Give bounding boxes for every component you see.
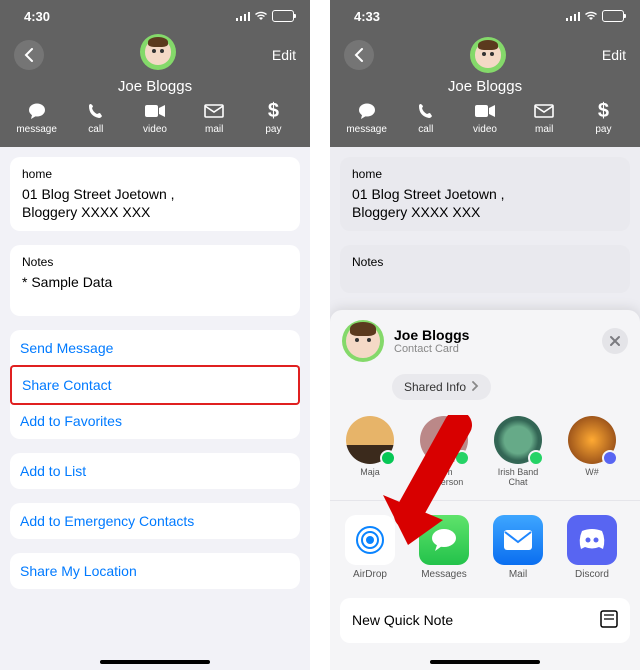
notes-label: Notes [22,255,288,269]
suggested-contacts-row: Maja Tom Anderson Irish Band Chat W# [330,400,640,501]
battery-icon: 87 [272,10,294,22]
address-line1: 01 Blog Street Joetown , [22,185,288,203]
notes-text: * Sample Data [22,273,288,291]
add-emergency-item[interactable]: Add to Emergency Contacts [10,503,300,539]
close-sheet-button[interactable] [602,328,628,354]
wifi-icon [584,9,598,24]
notes-card[interactable]: Notes * Sample Data [10,245,300,315]
actions-list-4: Share My Location [10,553,300,589]
wifi-icon [254,9,268,24]
suggested-contact[interactable]: Tom Anderson [416,416,472,488]
sheet-subtitle: Contact Card [394,343,602,355]
back-button[interactable] [344,40,374,70]
add-favorites-item[interactable]: Add to Favorites [10,403,300,439]
address-label: home [352,167,618,181]
actions-list-3: Add to Emergency Contacts [10,503,300,539]
sheet-avatar [342,320,384,362]
mail-app[interactable]: Mail [490,515,546,580]
quick-note-icon [600,610,618,631]
call-action[interactable]: call [399,101,452,135]
edit-button[interactable]: Edit [272,47,296,63]
video-action[interactable]: video [458,101,511,135]
add-to-list-item[interactable]: Add to List [10,453,300,489]
home-indicator[interactable] [430,660,540,664]
video-icon [474,101,496,121]
chevron-right-icon [472,380,479,394]
pay-action[interactable]: $pay [577,101,630,135]
share-contact-item[interactable]: Share Contact [10,365,300,405]
contact-name: Joe Bloggs [0,78,310,95]
sheet-title: Joe Bloggs [394,327,602,343]
pane-divider [310,0,330,670]
action-buttons-row: message call video mail $pay [330,95,640,147]
send-message-item[interactable]: Send Message [10,330,300,367]
contact-avatar[interactable] [140,34,176,70]
phone-icon [87,101,105,121]
suggested-contact[interactable]: Irish Band Chat [490,416,546,488]
message-icon [357,101,377,121]
battery-icon: 87 [602,10,624,22]
discord-icon [567,515,617,565]
message-action[interactable]: message [10,101,63,135]
notes-label: Notes [352,255,618,269]
contact-header-region: 4:33 87 Edit Joe Bloggs message call vid… [330,0,640,147]
suggested-contact[interactable]: W# [564,416,620,488]
signal-icon [566,9,580,24]
home-indicator[interactable] [100,660,210,664]
back-button[interactable] [14,40,44,70]
action-buttons-row: message call video mail $pay [0,95,310,147]
address-line2: Bloggery XXXX XXX [22,203,288,221]
discord-app[interactable]: Discord [564,515,620,580]
phone-icon [417,101,435,121]
contact-name: Joe Bloggs [330,78,640,95]
home-address-card[interactable]: home 01 Blog Street Joetown , Bloggery X… [340,157,630,231]
contact-avatar[interactable] [470,37,506,73]
right-screenshot: 4:33 87 Edit Joe Bloggs message call vid… [330,0,640,670]
suggested-contact[interactable]: Maja [342,416,398,488]
signal-icon [236,9,250,24]
mail-icon [204,101,224,121]
shared-info-button[interactable]: Shared Info [392,374,491,400]
status-bar: 4:30 87 [0,0,310,32]
messages-icon [419,515,469,565]
messages-app[interactable]: Messages [416,515,472,580]
dollar-icon: $ [268,101,279,121]
notes-card[interactable]: Notes [340,245,630,293]
status-bar: 4:33 87 [330,0,640,32]
share-location-item[interactable]: Share My Location [10,553,300,589]
video-action[interactable]: video [128,101,181,135]
mail-action[interactable]: mail [518,101,571,135]
share-apps-row: AirDrop Messages Mail Discord [330,501,640,592]
address-line2: Bloggery XXXX XXX [352,203,618,221]
left-screenshot: 4:30 87 Edit Joe Bloggs [0,0,310,670]
status-time: 4:33 [354,9,380,24]
video-icon [144,101,166,121]
edit-button[interactable]: Edit [602,47,626,63]
airdrop-app[interactable]: AirDrop [342,515,398,580]
mail-action[interactable]: mail [188,101,241,135]
message-icon [27,101,47,121]
status-time: 4:30 [24,9,50,24]
actions-list-1: Send Message Share Contact Add to Favori… [10,330,300,439]
actions-list-2: Add to List [10,453,300,489]
call-action[interactable]: call [69,101,122,135]
contact-header-region: 4:30 87 Edit Joe Bloggs [0,0,310,147]
message-action[interactable]: message [340,101,393,135]
airdrop-icon [345,515,395,565]
mail-icon [534,101,554,121]
mail-app-icon [493,515,543,565]
pay-action[interactable]: $pay [247,101,300,135]
share-sheet: Joe Bloggs Contact Card Shared Info Maja… [330,310,640,670]
home-address-card[interactable]: home 01 Blog Street Joetown , Bloggery X… [10,157,300,231]
dollar-icon: $ [598,101,609,121]
address-label: home [22,167,288,181]
address-line1: 01 Blog Street Joetown , [352,185,618,203]
new-quick-note-item[interactable]: New Quick Note [340,598,630,643]
